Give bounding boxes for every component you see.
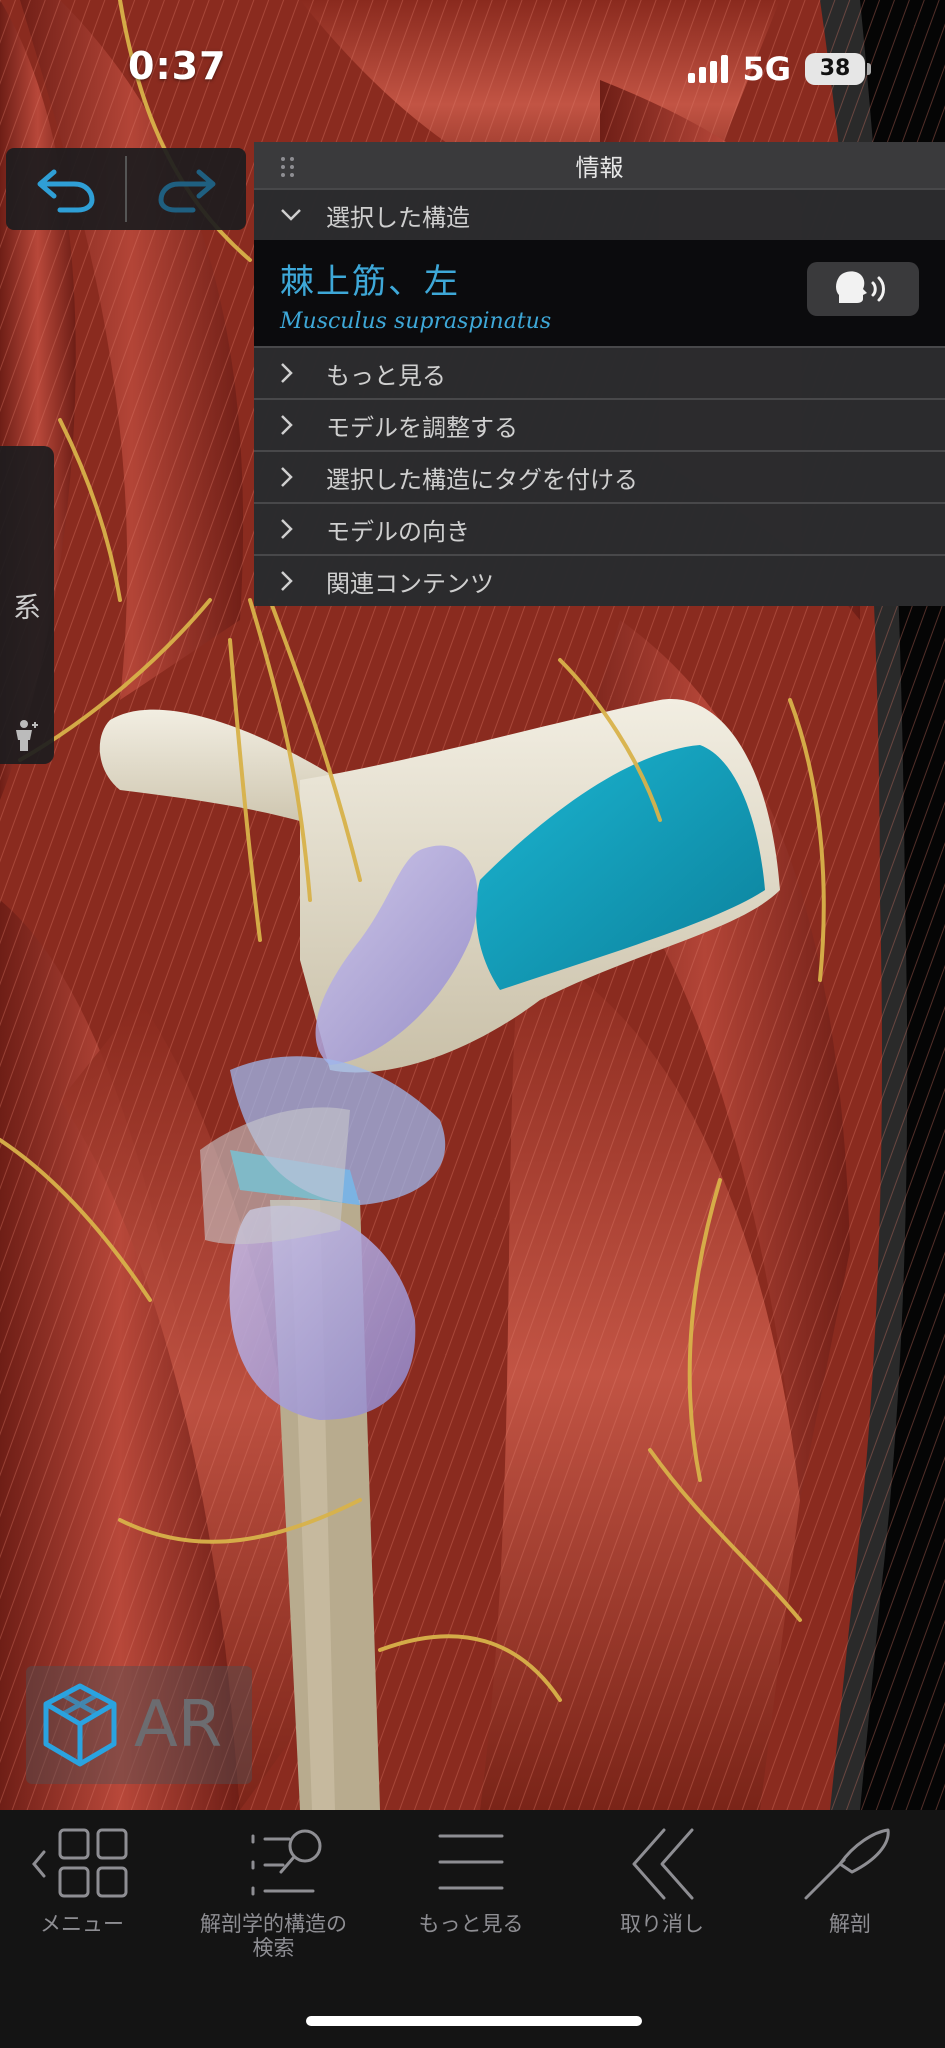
search-label-line-2: 検索 [252,1936,295,1960]
redo-button[interactable] [127,148,246,230]
home-indicator[interactable] [306,2016,642,2026]
search-structures-label: 解剖学的構造の 検索 [200,1912,347,1960]
dissect-button[interactable]: 解剖 [800,1826,900,1936]
chevron-right-icon [280,570,310,592]
undo-toolbar-button[interactable]: 取り消し [612,1826,712,1936]
selected-structure: 棘上筋、左 Musculus supraspinatus [254,240,945,346]
redo-arrow-icon [157,169,215,213]
chevron-right-icon [280,414,310,436]
status-time: 0:37 [128,44,227,88]
undo-redo-bar [6,148,246,230]
battery-icon: 38 [805,53,871,85]
chevron-right-icon [280,518,310,540]
panel-item-related-content[interactable]: 関連コンテンツ [254,554,945,606]
menu-grid-icon [32,1828,128,1898]
double-chevron-left-icon [632,1828,694,1900]
panel-title: 情報 [575,153,624,182]
status-indicators: 5G 38 [688,50,871,88]
dissect-label: 解剖 [829,1912,871,1936]
more-button[interactable]: もっと見る [416,1826,526,1936]
menu-label: メニュー [40,1912,124,1936]
scalpel-icon [804,1828,890,1900]
bottom-toolbar: メニュー 解剖学的構造の 検索 もっと見る 取り消し 解剖 [0,1810,945,2048]
panel-item-label: モデルを調整する [326,413,518,442]
ar-label: AR [134,1688,223,1762]
more-label: もっと見る [418,1912,524,1936]
panel-item-more[interactable]: もっと見る [254,346,945,398]
undo-arrow-icon [37,169,95,213]
undo-label: 取り消し [620,1912,704,1936]
panel-item-tag-structure[interactable]: 選択した構造にタグを付ける [254,450,945,502]
chevron-right-icon [280,362,310,384]
systems-side-tab[interactable]: 系 [0,446,54,764]
cellular-signal-icon [688,55,729,83]
panel-item-adjust-model[interactable]: モデルを調整する [254,398,945,450]
panel-item-label: 選択した構造にタグを付ける [326,465,638,494]
chevron-right-icon [280,466,310,488]
panel-item-model-orientation[interactable]: モデルの向き [254,502,945,554]
ar-cube-icon [43,1683,117,1767]
systems-label: 系 [12,591,41,624]
selected-structure-toggle[interactable]: 選択した構造 [254,188,945,240]
panel-item-label: モデルの向き [326,517,470,546]
hamburger-icon [438,1834,504,1890]
menu-button[interactable]: メニュー [30,1826,134,1936]
speaking-head-icon [836,271,885,303]
panel-header[interactable]: 情報 [254,142,945,188]
ar-button[interactable]: AR [26,1666,252,1784]
panel-item-label: もっと見る [326,361,446,390]
search-structures-button[interactable]: 解剖学的構造の 検索 [200,1826,347,1960]
info-panel: 情報 選択した構造 棘上筋、左 Musculus supraspinatus も… [254,142,945,606]
drag-handle-icon[interactable] [280,156,296,178]
selected-structure-label: 選択した構造 [326,203,470,232]
network-type: 5G [742,50,791,88]
search-label-line-1: 解剖学的構造の [200,1912,347,1936]
panel-item-label: 関連コンテンツ [326,569,494,598]
chevron-down-icon [280,208,310,222]
search-list-icon [251,1829,321,1896]
undo-button[interactable] [6,148,125,230]
pronounce-button[interactable] [807,262,919,316]
human-figure-icon [16,720,38,751]
